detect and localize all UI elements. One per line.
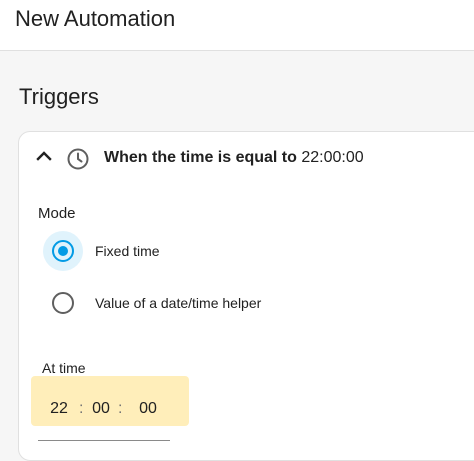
time-separator: : (79, 400, 84, 417)
clock-icon (67, 148, 89, 170)
radio-button-unchecked[interactable] (52, 292, 74, 314)
trigger-card-header[interactable]: When the time is equal to 22:00:00 (19, 132, 474, 188)
time-input[interactable]: : : (38, 384, 170, 441)
time-separator: : (118, 400, 123, 417)
radio-button-checked[interactable] (52, 240, 74, 262)
trigger-summary-text: When the time is equal to (104, 149, 302, 166)
trigger-summary-time: 22:00:00 (301, 149, 364, 166)
at-time-label: At time (42, 360, 86, 376)
seconds-input[interactable] (135, 400, 161, 418)
minutes-input[interactable] (88, 400, 114, 418)
hours-input[interactable] (46, 400, 72, 418)
trigger-summary: When the time is equal to 22:00:00 (104, 149, 364, 167)
section-title-triggers: Triggers (19, 84, 99, 109)
top-app-bar: New Automation (0, 0, 474, 51)
mode-label: Mode (38, 205, 76, 222)
radio-label-datetime-helper: Value of a date/time helper (95, 295, 262, 311)
radio-label-fixed-time: Fixed time (95, 243, 160, 259)
page-title: New Automation (15, 6, 176, 31)
chevron-up-icon[interactable] (34, 146, 54, 166)
